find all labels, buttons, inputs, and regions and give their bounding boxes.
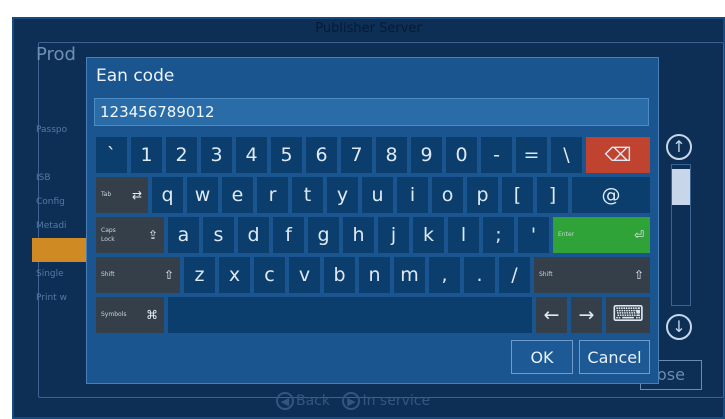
key-0[interactable]: 0 (446, 137, 477, 173)
key-equals[interactable]: = (516, 137, 547, 173)
play-icon[interactable]: ▶ (342, 392, 361, 410)
ean-dialog: Ean code 123456789012 ` 1 2 3 4 5 6 7 8 … (87, 58, 658, 383)
dialog-title: Ean code (96, 66, 175, 86)
key-j[interactable]: j (378, 217, 409, 253)
key-quote[interactable]: ' (518, 217, 549, 253)
scrollbar[interactable]: ↑ ↓ (664, 128, 698, 370)
keyboard-icon[interactable]: ⌨ (606, 297, 650, 333)
caps-lock-key[interactable]: Caps Lock ⇪ (96, 217, 164, 253)
key-period[interactable]: . (464, 257, 495, 293)
key-minus[interactable]: - (481, 137, 512, 173)
list-item[interactable]: Single (32, 262, 92, 286)
app-list: Passpo ISB Config Metadi Single Print w (32, 118, 92, 310)
list-item[interactable]: Config (32, 190, 92, 214)
key-h[interactable]: h (343, 217, 374, 253)
key-right-bracket[interactable]: ] (537, 177, 568, 213)
key-9[interactable]: 9 (411, 137, 442, 173)
cancel-button[interactable]: Cancel (579, 340, 650, 374)
key-e[interactable]: e (222, 177, 253, 213)
key-2[interactable]: 2 (166, 137, 197, 173)
key-o[interactable]: o (432, 177, 463, 213)
key-n[interactable]: n (359, 257, 390, 293)
right-shift-key[interactable]: Shift ⇧ (534, 257, 650, 293)
key-p[interactable]: p (467, 177, 498, 213)
key-v[interactable]: v (289, 257, 320, 293)
key-5[interactable]: 5 (271, 137, 302, 173)
key-comma[interactable]: , (429, 257, 460, 293)
key-x[interactable]: x (219, 257, 250, 293)
list-item[interactable]: Passpo (32, 118, 92, 142)
tab-label: Tab (101, 191, 112, 198)
shift-icon: ⇧ (633, 268, 644, 282)
key-q[interactable]: q (152, 177, 183, 213)
tab-icon: ⇄ (131, 188, 142, 202)
shift-label: Shift (539, 271, 553, 278)
scroll-down-icon[interactable]: ↓ (666, 314, 692, 340)
tab-key[interactable]: Tab ⇄ (96, 177, 148, 213)
key-y[interactable]: y (327, 177, 358, 213)
scroll-thumb[interactable] (672, 169, 690, 205)
ok-button[interactable]: OK (511, 340, 573, 374)
list-item-selected[interactable] (32, 238, 92, 262)
key-7[interactable]: 7 (341, 137, 372, 173)
key-a[interactable]: a (168, 217, 199, 253)
key-left-bracket[interactable]: [ (502, 177, 533, 213)
right-arrow-icon[interactable]: → (571, 297, 602, 333)
key-3[interactable]: 3 (201, 137, 232, 173)
caps-lock-label: Caps Lock (101, 227, 116, 243)
key-z[interactable]: z (184, 257, 215, 293)
key-f[interactable]: f (273, 217, 304, 253)
service-label[interactable]: In service (362, 393, 430, 409)
key-4[interactable]: 4 (236, 137, 267, 173)
key-k[interactable]: k (413, 217, 444, 253)
key-t[interactable]: t (292, 177, 323, 213)
left-shift-key[interactable]: Shift ⇧ (96, 257, 180, 293)
list-item[interactable]: Metadi (32, 214, 92, 238)
key-s[interactable]: s (203, 217, 234, 253)
shift-label: Shift (101, 271, 115, 278)
enter-icon: ⏎ (633, 228, 644, 242)
scroll-up-icon[interactable]: ↑ (666, 134, 692, 160)
back-icon[interactable]: ◀ (276, 392, 294, 410)
key-w[interactable]: w (187, 177, 218, 213)
key-at[interactable]: @ (572, 177, 650, 213)
key-i[interactable]: i (397, 177, 428, 213)
enter-label: Enter (558, 231, 575, 238)
key-backtick[interactable]: ` (96, 137, 127, 173)
key-b[interactable]: b (324, 257, 355, 293)
symbols-key[interactable]: Symbols ⌘ (96, 297, 164, 333)
key-r[interactable]: r (257, 177, 288, 213)
key-u[interactable]: u (362, 177, 393, 213)
scroll-track[interactable] (671, 164, 691, 306)
app-heading: Prod (36, 44, 76, 65)
caps-lock-icon: ⇪ (147, 228, 158, 242)
space-bar[interactable] (168, 297, 532, 333)
app-footer: ◀ Back ▶ In service (276, 392, 430, 410)
list-item[interactable] (32, 142, 92, 166)
key-c[interactable]: c (254, 257, 285, 293)
key-8[interactable]: 8 (376, 137, 407, 173)
symbols-label: Symbols (101, 311, 127, 318)
key-slash[interactable]: / (499, 257, 530, 293)
key-l[interactable]: l (448, 217, 479, 253)
key-semicolon[interactable]: ; (483, 217, 514, 253)
key-1[interactable]: 1 (131, 137, 162, 173)
key-d[interactable]: d (238, 217, 269, 253)
key-6[interactable]: 6 (306, 137, 337, 173)
key-m[interactable]: m (394, 257, 425, 293)
left-arrow-icon[interactable]: ← (536, 297, 567, 333)
app-window-title: Publisher Server (315, 21, 422, 36)
backspace-icon[interactable]: ⌫ (586, 137, 650, 173)
list-item[interactable]: ISB (32, 166, 92, 190)
back-label[interactable]: Back (296, 393, 330, 409)
shift-icon: ⇧ (163, 268, 174, 282)
enter-key[interactable]: Enter ⏎ (553, 217, 650, 253)
command-icon: ⌘ (146, 308, 158, 322)
ean-code-input[interactable]: 123456789012 (94, 98, 649, 126)
key-backslash[interactable]: \ (551, 137, 582, 173)
list-item[interactable]: Print w (32, 286, 92, 310)
key-g[interactable]: g (308, 217, 339, 253)
